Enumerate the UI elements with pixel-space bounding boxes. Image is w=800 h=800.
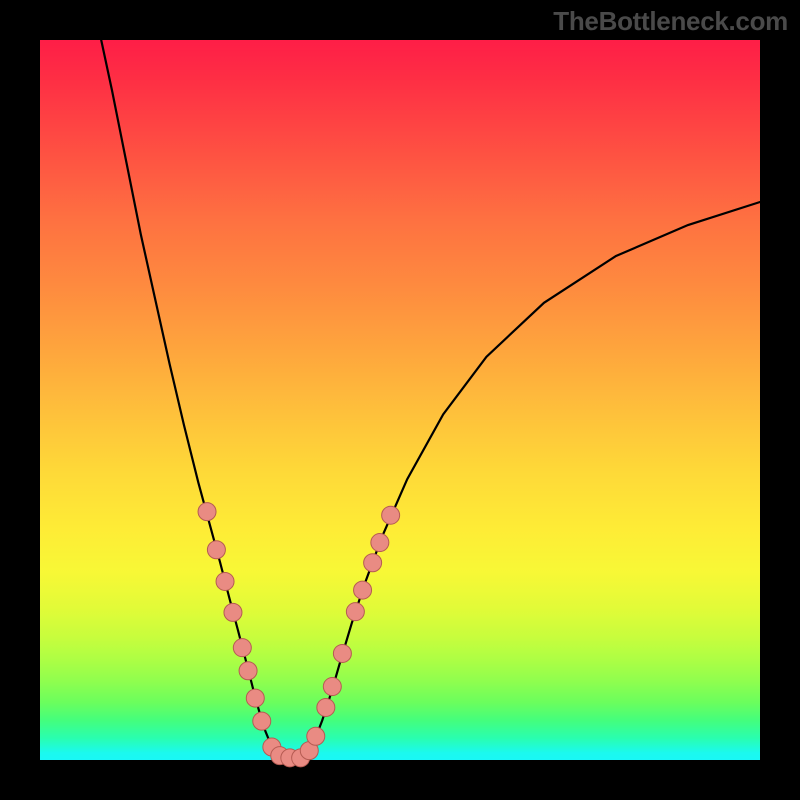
data-marker <box>382 506 400 524</box>
watermark-text: TheBottleneck.com <box>553 6 788 37</box>
curve-right <box>306 202 760 756</box>
data-marker <box>233 639 251 657</box>
data-marker <box>198 503 216 521</box>
data-marker <box>364 554 382 572</box>
data-marker <box>323 678 341 696</box>
data-marker <box>207 541 225 559</box>
data-marker <box>239 662 257 680</box>
data-marker <box>224 603 242 621</box>
data-marker <box>253 712 271 730</box>
data-marker <box>317 698 335 716</box>
data-marker <box>346 603 364 621</box>
data-marker <box>371 534 389 552</box>
chart-svg <box>40 40 760 760</box>
data-marker <box>216 572 234 590</box>
chart-container: TheBottleneck.com <box>0 0 800 800</box>
data-marker <box>354 581 372 599</box>
data-marker <box>307 727 325 745</box>
data-marker <box>333 644 351 662</box>
curve-group <box>101 40 760 757</box>
plot-area <box>40 40 760 760</box>
marker-group <box>198 503 400 767</box>
data-marker <box>246 689 264 707</box>
